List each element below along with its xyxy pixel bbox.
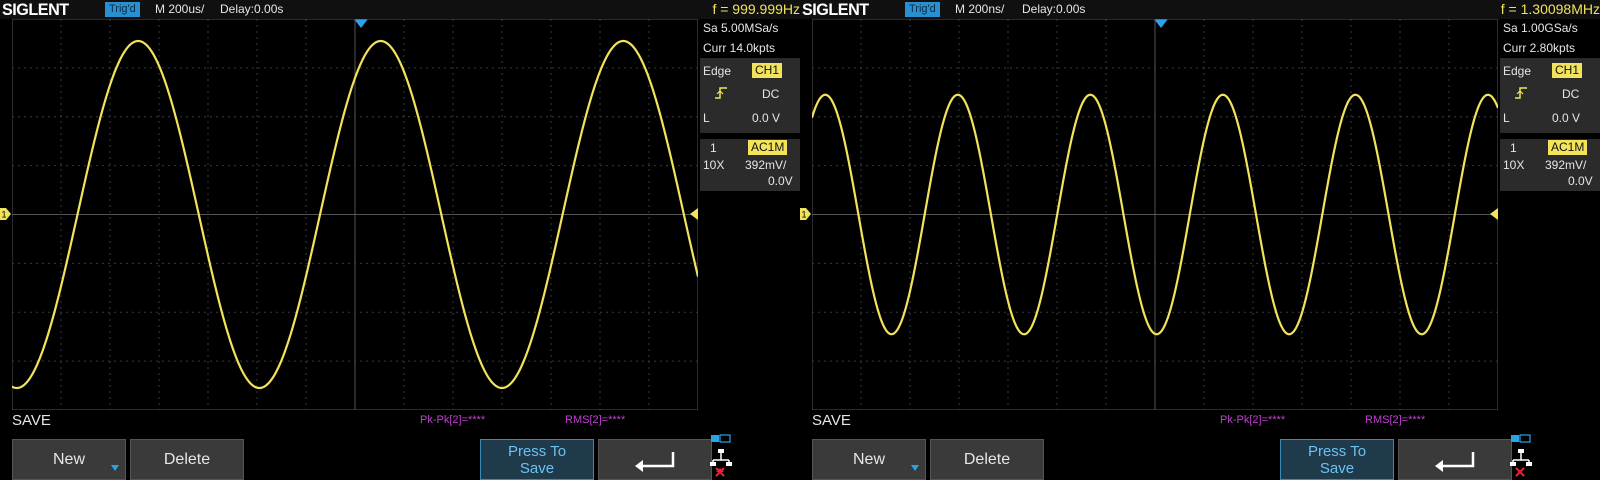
press-to-save-line1: Press To bbox=[507, 442, 567, 460]
press-to-save-button[interactable]: Press To Save bbox=[1280, 439, 1394, 480]
new-button-label: New bbox=[852, 450, 885, 468]
softkey-menu: SAVE Pk-Pk[1]=2.85V RMS[1]=1.02V Pk-Pk[2… bbox=[0, 410, 800, 480]
frequency-counter: f = 999.999Hz bbox=[712, 1, 800, 17]
waveform-graticule bbox=[12, 19, 698, 410]
new-button[interactable]: New bbox=[12, 439, 126, 480]
new-button[interactable]: New bbox=[812, 439, 926, 480]
vertical-offset: 0.0V bbox=[768, 174, 793, 188]
waveform-graticule bbox=[812, 19, 1498, 410]
new-button-label: New bbox=[52, 450, 85, 468]
trigger-coupling: DC bbox=[762, 87, 780, 101]
measurement-rms-1: RMS[1]=1.02V bbox=[275, 414, 347, 426]
measurement-pkpk-2: Pk-Pk[2]=**** bbox=[1220, 414, 1286, 426]
channel-coupling-badge: AC1M bbox=[748, 140, 788, 155]
press-to-save-line2: Save bbox=[519, 459, 555, 477]
measurement-pkpk-2: Pk-Pk[2]=**** bbox=[420, 414, 486, 426]
channel-number: 1 bbox=[1510, 141, 1517, 155]
status-bar: SIGLENT Trig'd M 200ns/ Delay:0.00s f = … bbox=[800, 0, 1600, 19]
return-button[interactable] bbox=[598, 439, 712, 480]
sample-rate: Sa 1.00GSa/s bbox=[1503, 21, 1578, 35]
trigger-level: 0.0 V bbox=[752, 111, 781, 125]
channel-number: 1 bbox=[710, 141, 717, 155]
sample-rate: Sa 5.00MSa/s bbox=[703, 21, 779, 35]
trigger-panel[interactable]: Edge CH1 DC L 0.0 V bbox=[700, 58, 800, 133]
network-status-icon bbox=[1510, 434, 1532, 477]
trigger-panel[interactable]: Edge CH1 DC L 0.0 V bbox=[1500, 58, 1600, 133]
oscilloscope-screen-right: SIGLENT Trig'd M 200ns/ Delay:0.00s f = … bbox=[800, 0, 1600, 480]
delete-button[interactable]: Delete bbox=[930, 439, 1044, 480]
vertical-scale: 392mV/ bbox=[745, 158, 787, 172]
trigger-coupling: DC bbox=[1562, 87, 1580, 101]
waveform-display[interactable] bbox=[812, 19, 1498, 410]
network-status-icon bbox=[710, 434, 732, 477]
submenu-arrow-icon bbox=[111, 465, 119, 471]
trigger-level: 0.0 V bbox=[1552, 111, 1581, 125]
rising-edge-icon bbox=[715, 87, 727, 99]
trigger-type: Edge bbox=[1503, 64, 1532, 78]
vertical-offset: 0.0V bbox=[1568, 174, 1593, 188]
channel-coupling-badge: AC1M bbox=[1548, 140, 1588, 155]
probe-attenuation: 10X bbox=[1503, 158, 1525, 172]
trigger-source-badge: CH1 bbox=[1552, 63, 1583, 78]
menu-title: SAVE bbox=[812, 412, 851, 429]
status-bar: SIGLENT Trig'd M 200us/ Delay:0.00s f = … bbox=[0, 0, 800, 19]
measurement-rms-2: RMS[2]=**** bbox=[565, 414, 626, 426]
frequency-counter: f = 1.30098MHz bbox=[1500, 1, 1600, 17]
waveform-display[interactable] bbox=[12, 19, 698, 410]
vertical-scale: 392mV/ bbox=[1545, 158, 1587, 172]
press-to-save-line2: Save bbox=[1319, 459, 1355, 477]
submenu-arrow-icon bbox=[911, 465, 919, 471]
channel-1-panel[interactable]: 1 AC1M 10X 392mV/ 0.0V bbox=[1500, 139, 1600, 191]
probe-attenuation: 10X bbox=[703, 158, 725, 172]
svg-text:1: 1 bbox=[801, 210, 806, 220]
trigger-level-label: L bbox=[1503, 111, 1510, 125]
trigger-source-badge: CH1 bbox=[752, 63, 783, 78]
measurement-pkpk-1: Pk-Pk[1]=1.98V bbox=[930, 414, 1007, 426]
return-button[interactable] bbox=[1398, 439, 1512, 480]
measurement-rms-2: RMS[2]=**** bbox=[1365, 414, 1426, 426]
channel-1-panel[interactable]: 1 AC1M 10X 392mV/ 0.0V bbox=[700, 139, 800, 191]
softkey-menu: SAVE Pk-Pk[1]=1.98V RMS[1]=701.82mV Pk-P… bbox=[800, 410, 1600, 480]
menu-title: SAVE bbox=[12, 412, 51, 429]
memory-depth: Curr 14.0kpts bbox=[703, 41, 776, 55]
trigger-level-label: L bbox=[703, 111, 710, 125]
return-arrow-icon bbox=[635, 451, 675, 472]
oscilloscope-screen-left: SIGLENT Trig'd M 200us/ Delay:0.00s f = … bbox=[0, 0, 800, 480]
svg-text:1: 1 bbox=[1, 210, 6, 220]
memory-depth: Curr 2.80kpts bbox=[1503, 41, 1576, 55]
measurement-rms-1: RMS[1]=701.82mV bbox=[1075, 414, 1169, 426]
measurement-pkpk-1: Pk-Pk[1]=2.85V bbox=[130, 414, 207, 426]
channel-1-offset-marker-icon[interactable]: 1 bbox=[800, 208, 811, 220]
press-to-save-line1: Press To bbox=[1307, 442, 1367, 460]
return-arrow-icon bbox=[1435, 451, 1475, 472]
trigger-level-marker-icon[interactable] bbox=[1490, 208, 1498, 220]
trigger-type: Edge bbox=[703, 64, 732, 78]
channel-1-offset-marker-icon[interactable]: 1 bbox=[0, 208, 11, 220]
delete-button[interactable]: Delete bbox=[130, 439, 244, 480]
rising-edge-icon bbox=[1515, 87, 1527, 99]
press-to-save-button[interactable]: Press To Save bbox=[480, 439, 594, 480]
trigger-level-marker-icon[interactable] bbox=[690, 208, 698, 220]
